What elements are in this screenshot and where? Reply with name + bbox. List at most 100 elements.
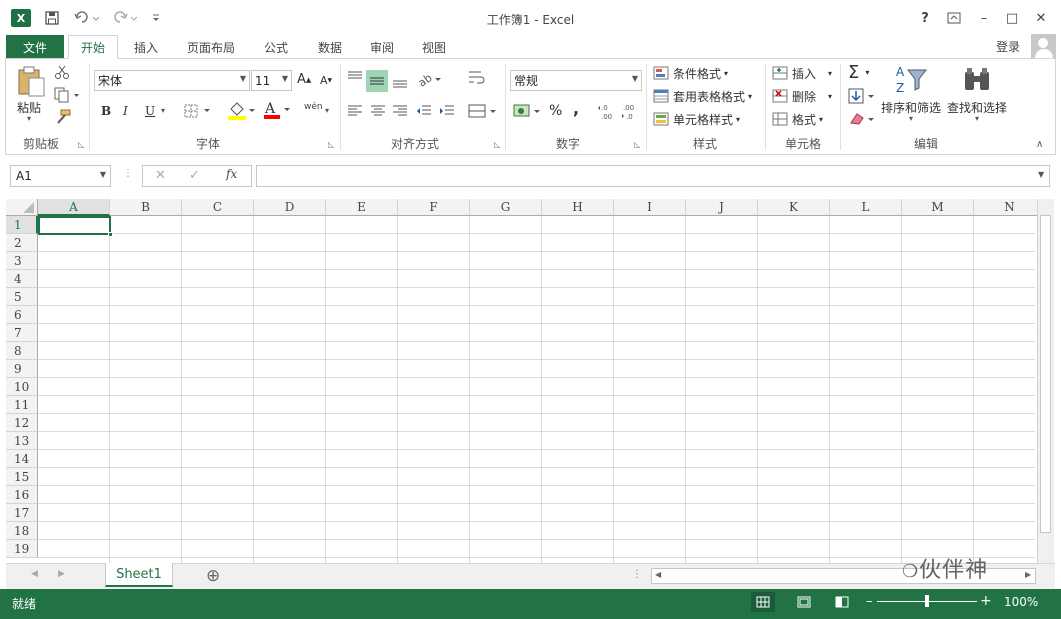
copy-icon[interactable] [54, 87, 80, 103]
row-header-1[interactable]: 1 [6, 216, 38, 234]
sheet-tab-sheet1[interactable]: Sheet1 [105, 563, 173, 587]
column-header-g[interactable]: G [470, 199, 542, 216]
sheet-scroll-right-icon[interactable]: ▶ [58, 569, 65, 579]
cut-icon[interactable] [54, 64, 70, 80]
clipboard-launcher-icon[interactable]: ◺ [78, 140, 84, 149]
comma-style-button[interactable]: , [573, 99, 579, 118]
align-top-icon[interactable] [347, 71, 363, 83]
font-size-combo[interactable]: 11 ▼ [251, 70, 292, 91]
zoom-in-button[interactable]: + [980, 593, 992, 609]
row-header-16[interactable]: 16 [6, 486, 38, 504]
formula-bar-grip-icon[interactable]: ⋮ [123, 168, 133, 179]
row-header-9[interactable]: 9 [6, 360, 38, 378]
row-header-14[interactable]: 14 [6, 450, 38, 468]
number-launcher-icon[interactable]: ◺ [634, 140, 640, 149]
row-header-18[interactable]: 18 [6, 522, 38, 540]
login-link[interactable]: 登录 [996, 38, 1020, 55]
sheet-scroll-left-icon[interactable]: ◀ [31, 569, 38, 579]
select-all-corner[interactable] [6, 199, 38, 216]
grow-font-button[interactable]: A ▲ [297, 72, 311, 87]
phonetic-dropdown-icon[interactable]: ▾ [325, 106, 329, 115]
tab-page-layout[interactable]: 页面布局 [180, 35, 242, 59]
row-header-3[interactable]: 3 [6, 252, 38, 270]
minimize-button[interactable]: – [972, 7, 996, 29]
user-avatar-icon[interactable] [1031, 34, 1056, 58]
row-header-8[interactable]: 8 [6, 342, 38, 360]
zoom-level[interactable]: 100% [1004, 595, 1038, 609]
align-center-icon[interactable] [370, 105, 386, 117]
orientation-icon[interactable]: ab [417, 71, 445, 87]
tab-file[interactable]: 文件 [6, 35, 64, 59]
column-header-a[interactable]: A [38, 199, 110, 216]
row-header-5[interactable]: 5 [6, 288, 38, 306]
row-header-11[interactable]: 11 [6, 396, 38, 414]
row-header-12[interactable]: 12 [6, 414, 38, 432]
row-header-19[interactable]: 19 [6, 540, 38, 558]
accounting-format-icon[interactable] [513, 103, 543, 119]
row-header-15[interactable]: 15 [6, 468, 38, 486]
number-format-combo[interactable]: 常规 ▼ [510, 70, 642, 91]
tab-formulas[interactable]: 公式 [254, 35, 298, 59]
phonetic-guide-button[interactable]: wén [304, 102, 323, 112]
page-layout-view-icon[interactable] [792, 592, 816, 612]
format-cells-button[interactable]: 格式 ▾ [772, 111, 823, 128]
column-header-l[interactable]: L [830, 199, 902, 216]
autosum-button[interactable]: Σ ▾ [848, 62, 869, 83]
column-header-m[interactable]: M [902, 199, 974, 216]
font-color-icon[interactable]: A [263, 100, 293, 120]
find-select-dropdown-icon[interactable]: ▾ [975, 114, 979, 123]
bold-button[interactable]: B [101, 104, 111, 118]
find-select-icon[interactable] [963, 66, 991, 94]
new-sheet-button[interactable]: ⊕ [206, 566, 220, 586]
page-break-view-icon[interactable] [830, 592, 854, 612]
row-header-17[interactable]: 17 [6, 504, 38, 522]
close-button[interactable]: ✕ [1029, 7, 1053, 29]
tab-home[interactable]: 开始 [68, 35, 118, 59]
tab-view[interactable]: 视图 [412, 35, 456, 59]
column-header-h[interactable]: H [542, 199, 614, 216]
formula-input[interactable] [256, 165, 1050, 187]
clear-icon[interactable] [848, 111, 878, 127]
alignment-launcher-icon[interactable]: ◺ [494, 140, 500, 149]
merge-center-icon[interactable] [468, 103, 498, 119]
maximize-button[interactable]: □ [1000, 7, 1024, 29]
borders-icon[interactable] [184, 104, 212, 118]
enter-entry-button[interactable]: ✓ [189, 168, 200, 183]
column-header-e[interactable]: E [326, 199, 398, 216]
row-header-6[interactable]: 6 [6, 306, 38, 324]
sort-filter-icon[interactable]: AZ [894, 64, 930, 96]
decrease-decimal-icon[interactable]: .00.0 [621, 101, 641, 121]
help-button[interactable]: ? [913, 7, 937, 29]
delete-cells-button[interactable]: 删除 ▾ [772, 88, 832, 105]
name-box[interactable]: A1 ▼ [10, 165, 111, 187]
tab-review[interactable]: 审阅 [360, 35, 404, 59]
tab-insert[interactable]: 插入 [124, 35, 168, 59]
cell-area[interactable] [38, 216, 1035, 563]
underline-button[interactable]: U [145, 104, 155, 118]
font-launcher-icon[interactable]: ◺ [328, 140, 334, 149]
column-header-j[interactable]: J [686, 199, 758, 216]
align-bottom-icon[interactable] [392, 74, 408, 88]
row-header-4[interactable]: 4 [6, 270, 38, 288]
align-middle-icon[interactable] [366, 70, 388, 92]
normal-view-icon[interactable] [751, 592, 775, 612]
ribbon-display-options-icon[interactable] [942, 7, 966, 29]
cell-styles-button[interactable]: 单元格样式 ▾ [653, 111, 740, 128]
tab-data[interactable]: 数据 [308, 35, 352, 59]
row-header-10[interactable]: 10 [6, 378, 38, 396]
paste-icon[interactable] [16, 66, 48, 98]
increase-decimal-icon[interactable]: .0.00 [598, 101, 618, 121]
row-header-13[interactable]: 13 [6, 432, 38, 450]
zoom-slider-thumb[interactable] [925, 595, 929, 607]
wrap-text-icon[interactable] [468, 70, 486, 86]
underline-dropdown-icon[interactable]: ▾ [161, 106, 165, 115]
align-right-icon[interactable] [392, 105, 408, 117]
column-header-i[interactable]: I [614, 199, 686, 216]
vertical-scroll-thumb[interactable] [1040, 215, 1051, 533]
scroll-right-icon[interactable]: ▶ [1025, 570, 1031, 579]
fill-color-icon[interactable] [227, 101, 257, 121]
scroll-left-icon[interactable]: ◀ [655, 570, 661, 579]
column-header-c[interactable]: C [182, 199, 254, 216]
active-cell-a1[interactable] [38, 216, 111, 235]
column-header-k[interactable]: K [758, 199, 830, 216]
